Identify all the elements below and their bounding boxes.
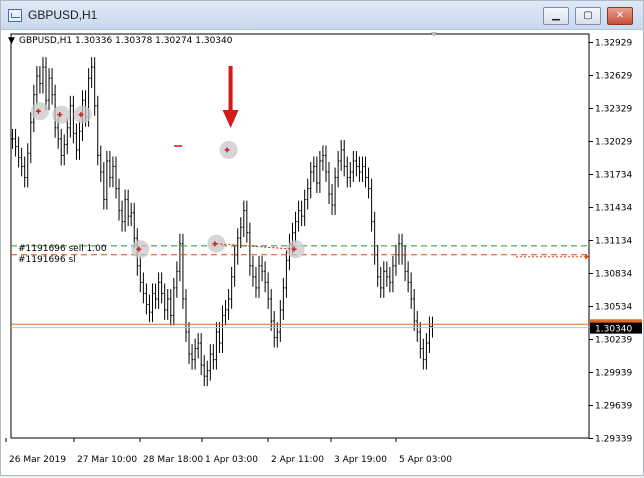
x-tick-label: 27 Mar 10:00 [77, 455, 137, 465]
price-chart[interactable]: 1.32929 1.32629 1.32329 1.32029 1.31734 1.314… [1, 30, 643, 475]
window-title: GBPUSD,H1 [28, 8, 98, 22]
maximize-icon: ▢ [583, 10, 593, 21]
maximize-button[interactable]: ▢ [575, 7, 601, 25]
close-button[interactable]: ✕ [607, 7, 633, 25]
plot-frame [10, 33, 590, 439]
chart-window: GBPUSD,H1 ▁ ▢ ✕ 1.32929 1.32629 1.32329 1.3… [0, 0, 644, 476]
y-tick-label: 1.30239 [595, 336, 632, 346]
y-tick-label: 1.29639 [595, 402, 632, 412]
y-tick-label: 1.32029 [595, 138, 632, 148]
y-tick-label: 1.31734 [595, 171, 632, 181]
x-tick-label: 28 Mar 18:00 [143, 455, 203, 465]
sl-order-label: #1191696 sl [18, 255, 76, 265]
close-icon: ✕ [615, 10, 625, 21]
x-tick-label: 2 Apr 11:00 [271, 455, 324, 465]
y-tick-label: 1.31134 [595, 237, 632, 247]
y-tick-label: 1.31434 [595, 204, 632, 214]
x-tick-label: 5 Apr 03:00 [399, 455, 452, 465]
symbol-info: GBPUSD,H1 1.30336 1.30378 1.30274 1.3034… [19, 36, 233, 46]
y-tick-label: 1.32329 [595, 105, 632, 115]
sell-order-label: #1191696 sell 1.00 [18, 244, 107, 254]
y-tick-label: 1.32929 [595, 39, 632, 49]
y-tick-label: 1.30534 [595, 303, 632, 313]
minimize-button[interactable]: ▁ [543, 7, 569, 25]
x-tick-label: 3 Apr 19:00 [334, 455, 387, 465]
y-tick-label: 1.30834 [595, 270, 632, 280]
x-tick-label: 1 Apr 03:00 [205, 455, 258, 465]
chart-window-icon [8, 9, 22, 22]
y-tick-label: 1.32629 [595, 72, 632, 82]
dropdown-icon[interactable]: ▼ [8, 36, 15, 46]
y-tick-label: 1.29339 [595, 435, 632, 445]
title-bar[interactable]: GBPUSD,H1 ▁ ▢ ✕ [1, 1, 643, 30]
x-tick-label: 26 Mar 2019 [9, 455, 66, 465]
y-tick-label: 1.29939 [595, 369, 632, 379]
chart-area[interactable]: 1.32929 1.32629 1.32329 1.32029 1.31734 1.314… [1, 30, 643, 475]
minimize-icon: ▁ [552, 10, 560, 21]
current-price-label: 1.30340 [595, 325, 632, 335]
